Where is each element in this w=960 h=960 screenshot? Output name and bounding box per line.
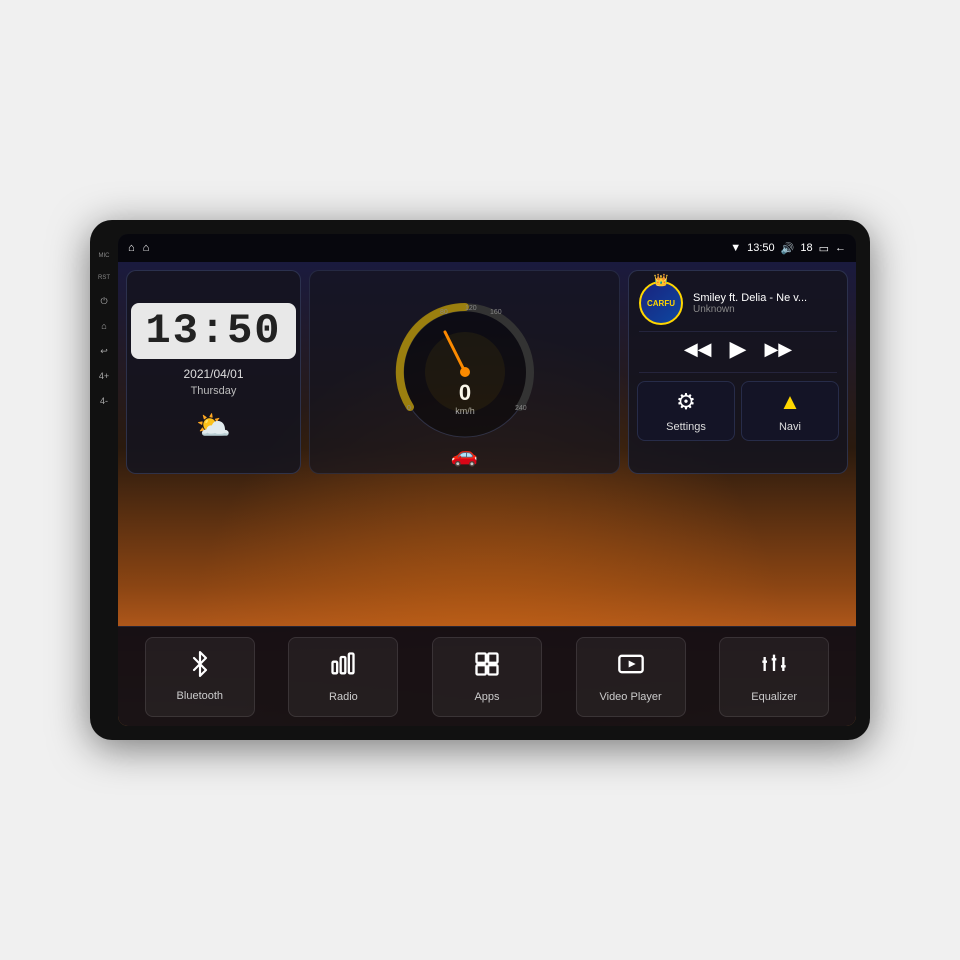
svg-text:120: 120 [465,305,477,312]
status-bar-left: ⌂ ⌂ [128,242,149,254]
music-logo-text: CARFU [647,299,675,308]
video-button[interactable]: Video Player [576,637,686,717]
music-info: Smiley ft. Delia - Ne v... Unknown [693,292,837,315]
bluetooth-label: Bluetooth [177,690,223,702]
bottom-bar: Bluetooth Radio [118,626,856,726]
radio-label: Radio [329,691,358,703]
status-bar-right: ▼ 13:50 🔊 18 ▭ ← [730,242,846,255]
prev-button[interactable]: ◀◀ [684,339,712,360]
wifi-icon: ▼ [730,242,741,254]
video-icon [617,650,645,685]
svg-text:80: 80 [440,309,448,316]
radio-button[interactable]: Radio [288,637,398,717]
settings-icon: ⚙ [676,389,696,415]
clock-time: 13:50 [145,307,281,355]
back-icon[interactable]: ← [835,242,846,254]
radio-icon [329,650,357,685]
home-side-button[interactable]: ⌂ [99,319,108,334]
car-head-unit: MIC RST ⏻ ⌂ ↩ 4+ 4- ⌂ ⌂ ▼ 13:50 🔊 18 ▭ ← [90,220,870,740]
settings-label: Settings [666,421,706,433]
vol-up-button[interactable]: 4+ [97,369,111,384]
clock-widget: 13:50 2021/04/01 Thursday ⛅ [126,270,301,474]
status-time: 13:50 [747,242,775,254]
apps-icon [473,650,501,685]
home2-icon[interactable]: ⌂ [143,242,150,254]
weather-icon: ⛅ [196,409,231,442]
bluetooth-icon [187,651,213,684]
equalizer-button[interactable]: Equalizer [719,637,829,717]
home-icon[interactable]: ⌂ [128,242,135,254]
volume-level: 18 [800,242,812,254]
settings-navi-row: ⚙ Settings ▲ Navi [629,373,847,473]
music-artist: Unknown [693,304,837,315]
back-side-button[interactable]: ↩ [98,344,110,359]
navi-button[interactable]: ▲ Navi [741,381,839,441]
main-content: 13:50 2021/04/01 Thursday ⛅ [118,262,856,726]
power-button[interactable]: ⏻ [98,294,109,309]
clock-display: 13:50 [131,303,295,359]
road-scene: 🚗 [310,393,619,473]
side-buttons: MIC RST ⏻ ⌂ ↩ 4+ 4- [90,220,118,740]
music-controls: ◀◀ ▶ ▶▶ [629,332,847,372]
speedometer-widget: 0 km/h 0 80 120 160 240 🚗 [309,270,620,474]
play-button[interactable]: ▶ [730,336,747,362]
equalizer-icon [760,650,788,685]
music-widget: CARFU Smiley ft. Delia - Ne v... Unknown… [628,270,848,474]
equalizer-label: Equalizer [751,691,797,703]
car-icon: 🚗 [451,442,478,468]
music-top: CARFU Smiley ft. Delia - Ne v... Unknown [629,271,847,331]
widgets-row: 13:50 2021/04/01 Thursday ⛅ [118,262,856,482]
apps-button[interactable]: Apps [432,637,542,717]
clock-day: Thursday [191,385,237,397]
navi-label: Navi [779,421,801,433]
clock-date: 2021/04/01 [183,367,243,381]
bluetooth-button[interactable]: Bluetooth [145,637,255,717]
music-logo: CARFU [639,281,683,325]
rst-button[interactable]: RST [96,272,112,284]
video-label: Video Player [599,691,661,703]
svg-text:160: 160 [490,309,502,316]
navi-icon: ▲ [779,389,801,415]
mic-label: MIC [97,250,112,262]
vol-down-button[interactable]: 4- [98,394,110,409]
status-bar: ⌂ ⌂ ▼ 13:50 🔊 18 ▭ ← [118,234,856,262]
music-title: Smiley ft. Delia - Ne v... [693,292,837,304]
volume-icon: 🔊 [781,242,795,255]
battery-icon: ▭ [819,242,829,255]
apps-label: Apps [474,691,499,703]
screen: ⌂ ⌂ ▼ 13:50 🔊 18 ▭ ← 13:50 [118,234,856,726]
next-button[interactable]: ▶▶ [764,339,792,360]
settings-button[interactable]: ⚙ Settings [637,381,735,441]
